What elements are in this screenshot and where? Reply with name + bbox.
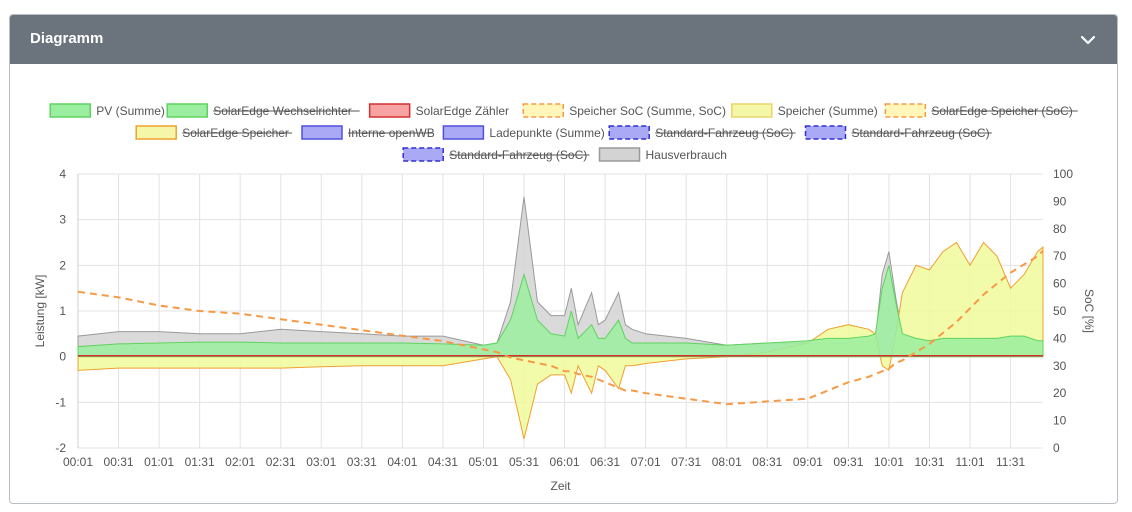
legend-swatch[interactable] — [166, 103, 208, 118]
y2-tick-label: 50 — [1053, 304, 1067, 318]
y2-tick-label: 40 — [1053, 331, 1067, 345]
x-tick-label: 08:31 — [752, 455, 782, 469]
y2-axis-title: SoC [%] — [1082, 289, 1096, 333]
y2-tick-label: 0 — [1053, 441, 1060, 455]
legend-swatch[interactable] — [442, 125, 485, 140]
x-tick-label: 02:01 — [225, 455, 255, 469]
x-tick-label: 07:01 — [631, 455, 661, 469]
legend-label: Speicher (Summe) — [778, 104, 878, 118]
x-tick-label: 03:31 — [347, 455, 377, 469]
x-tick-label: 06:01 — [550, 455, 580, 469]
x-tick-label: 04:01 — [387, 455, 417, 469]
legend-swatch[interactable] — [804, 125, 847, 140]
y2-tick-label: 90 — [1053, 194, 1067, 208]
y-axis-title: Leistung [kW] — [33, 275, 47, 348]
legend-swatch[interactable] — [522, 103, 564, 118]
x-tick-label: 01:31 — [185, 455, 215, 469]
x-tick-label: 09:01 — [793, 455, 823, 469]
x-tick-label: 05:01 — [468, 455, 498, 469]
y-tick-label: -1 — [55, 395, 66, 409]
y2-tick-label: 30 — [1053, 359, 1067, 373]
x-tick-label: 05:31 — [509, 455, 539, 469]
x-tick-label: 04:31 — [428, 455, 458, 469]
x-tick-label: 10:31 — [914, 455, 944, 469]
legend-label: Ladepunkte (Summe) — [489, 126, 604, 140]
card-title: Diagramm — [30, 30, 104, 47]
legend-label: Hausverbrauch — [646, 148, 727, 162]
legend-swatch[interactable] — [368, 103, 411, 118]
y2-tick-label: 20 — [1053, 386, 1067, 400]
x-tick-label: 06:31 — [590, 455, 620, 469]
x-tick-label: 02:31 — [266, 455, 296, 469]
y2-tick-label: 100 — [1053, 167, 1073, 181]
y2-tick-label: 60 — [1053, 277, 1067, 291]
chart-card: Diagramm PV (Summe) SolarEdge Wechselrich… — [9, 14, 1118, 504]
y2-tick-label: 70 — [1053, 249, 1067, 263]
legend-label: SolarEdge Zähler — [416, 104, 509, 118]
y-tick-label: 3 — [59, 213, 66, 227]
y-tick-label: 1 — [59, 304, 66, 318]
x-tick-label: 07:31 — [671, 455, 701, 469]
legend-swatch[interactable] — [884, 103, 927, 118]
chevron-down-icon[interactable] — [1079, 31, 1097, 49]
legend-label: Speicher SoC (Summe, SoC) — [569, 104, 726, 118]
legend-swatch[interactable] — [598, 147, 641, 162]
x-tick-label: 01:01 — [144, 455, 174, 469]
x-tick-label: 03:01 — [306, 455, 336, 469]
y2-tick-label: 10 — [1053, 414, 1067, 428]
y-tick-label: -2 — [55, 441, 66, 455]
legend-swatch[interactable] — [608, 125, 650, 140]
legend-swatch[interactable] — [135, 125, 177, 140]
y-tick-label: 2 — [59, 258, 66, 272]
legend-swatch[interactable] — [301, 125, 343, 140]
x-axis-title: Zeit — [550, 479, 571, 493]
legend-label: PV (Summe) — [96, 104, 165, 118]
x-tick-label: 09:31 — [833, 455, 863, 469]
legend-swatch[interactable] — [402, 147, 444, 162]
x-tick-label: 11:31 — [996, 455, 1025, 469]
y-tick-label: 4 — [59, 167, 66, 181]
card-header[interactable]: Diagramm — [10, 15, 1117, 64]
x-tick-label: 11:01 — [955, 455, 984, 469]
x-tick-label: 10:01 — [874, 455, 904, 469]
chart: PV (Summe) SolarEdge Wechselrichter SolarE… — [33, 103, 1096, 493]
x-tick-label: 08:01 — [712, 455, 742, 469]
x-tick-label: 00:31 — [104, 455, 134, 469]
x-tick-label: 00:01 — [63, 455, 93, 469]
legend-swatch[interactable] — [731, 103, 773, 118]
y2-tick-label: 80 — [1053, 222, 1067, 236]
y-tick-label: 0 — [59, 350, 66, 364]
legend-swatch[interactable] — [49, 103, 91, 118]
